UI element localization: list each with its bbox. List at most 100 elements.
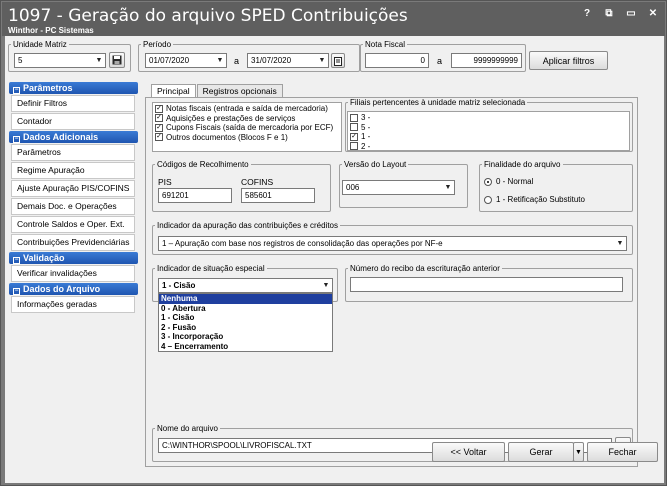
sidebar-item-controle-saldos[interactable]: Controle Saldos e Oper. Ext. [11, 216, 135, 233]
unidade-select[interactable]: 5 ▼ [14, 53, 106, 68]
radio-label: 1 - Retificação Substituto [496, 195, 585, 204]
sidebar-section-dados-adicionais[interactable]: − Dados Adicionais [9, 131, 138, 143]
gerar-button[interactable]: Gerar [508, 442, 574, 462]
apply-filters-button[interactable]: Aplicar filtros [529, 51, 608, 70]
finalidade-group: Finalidade do arquivo [479, 160, 633, 212]
radio-unselected-icon [484, 195, 492, 204]
nota-separator: a [437, 56, 443, 66]
chevron-down-icon: ▼ [444, 184, 452, 191]
back-button[interactable]: << Voltar [432, 442, 505, 462]
sidebar-item-parametros[interactable]: Parâmetros [11, 144, 135, 161]
situacao-select[interactable]: 1 - Cisão ▼ [158, 278, 333, 293]
unidade-label: Unidade Matriz [13, 40, 67, 49]
finalidade-retificacao-radio[interactable]: 1 - Retificação Substituto [484, 195, 585, 204]
sidebar-item-demais-doc[interactable]: Demais Doc. e Operações [11, 198, 135, 215]
tab-principal[interactable]: Principal [151, 84, 196, 98]
chevron-down-icon: ▼ [95, 57, 103, 64]
sidebar-item-verificar-invalidacoes[interactable]: Verificar invalidações [11, 265, 135, 282]
filiais-label: Filiais pertencentes à unidade matriz se… [350, 98, 526, 107]
sidebar-item-contador[interactable]: Contador [11, 113, 135, 130]
periodo-label: Período [143, 40, 172, 49]
cofins-input[interactable]: 585601 [241, 188, 315, 203]
situacao-option-fusao[interactable]: 2 - Fusão [159, 323, 332, 333]
doc-check-aquisicoes[interactable]: ✓ Aquisições e prestações de serviços [155, 114, 339, 124]
minimize-button[interactable]: ▭ [625, 8, 637, 19]
title-bar: 1097 - Geração do arquivo SPED Contribui… [2, 2, 665, 36]
section-title: Validação [23, 253, 65, 263]
tab-panel-principal: ✓ Notas fiscais (entrada e saída de merca… [145, 97, 638, 467]
nota-from-input[interactable]: 0 [365, 53, 429, 68]
radio-label: 0 - Normal [496, 177, 534, 186]
checkbox-unchecked-icon [350, 123, 358, 132]
checkbox-checked-icon: ✓ [155, 123, 163, 132]
close-form-button[interactable]: Fechar [587, 442, 658, 462]
situacao-dropdown-list: Nenhuma 0 - Abertura 1 - Cisão 2 - Fusão… [158, 293, 333, 352]
tab-registros-opcionais[interactable]: Registros opcionais [196, 84, 283, 97]
checkbox-unchecked-icon [350, 113, 358, 122]
indicador-apuracao-value: 1 – Apuração com base nos registros de c… [162, 239, 443, 248]
recibo-input[interactable] [350, 277, 623, 292]
window-title: 1097 - Geração do arquivo SPED Contribui… [8, 6, 408, 26]
window-subtitle: Winthor - PC Sistemas [8, 26, 94, 35]
sidebar-item-contribuicoes-prev[interactable]: Contribuições Previdenciárias [11, 234, 135, 251]
help-button[interactable]: ? [581, 8, 593, 19]
date-from-value: 01/07/2020 [149, 56, 190, 65]
filiais-list: 3 - 5 - ✓ 1 - 2 - [347, 111, 630, 151]
finalidade-normal-radio[interactable]: 0 - Normal [484, 177, 533, 186]
layout-select[interactable]: 006 ▼ [342, 180, 455, 195]
checkbox-unchecked-icon [350, 142, 358, 151]
back-label: << Voltar [450, 447, 487, 457]
situacao-option-abertura[interactable]: 0 - Abertura [159, 304, 332, 314]
sidebar-item-ajuste-apuracao[interactable]: Ajuste Apuração PIS/COFINS [11, 180, 135, 197]
sidebar-item-definir-filtros[interactable]: Definir Filtros [11, 95, 135, 112]
indicador-apuracao-select[interactable]: 1 – Apuração com base nos registros de c… [158, 236, 627, 251]
situacao-option-nenhuma[interactable]: Nenhuma [159, 294, 332, 304]
sidebar-item-informacoes-geradas[interactable]: Informações geradas [11, 296, 135, 313]
layout-value: 006 [346, 183, 360, 192]
gerar-label: Gerar [529, 447, 553, 457]
tab-bar: Principal Registros opcionais [151, 84, 284, 98]
sidebar-section-parametros[interactable]: − Parâmetros [9, 82, 138, 94]
filial-check-2[interactable]: 2 - [350, 142, 627, 152]
situacao-option-encerramento[interactable]: 4 – Encerramento [159, 342, 332, 352]
finalidade-label: Finalidade do arquivo [484, 160, 561, 169]
gerar-dropdown-button[interactable]: ▼ [573, 442, 584, 462]
situacao-option-incorporacao[interactable]: 3 - Incorporação [159, 332, 332, 342]
filial-check-3[interactable]: 3 - [350, 113, 627, 123]
filial-check-1[interactable]: ✓ 1 - [350, 132, 627, 142]
close-button[interactable]: ✕ [647, 8, 659, 19]
sidebar-item-regime-apuracao[interactable]: Regime Apuração [11, 162, 135, 179]
codigos-label: Códigos de Recolhimento [157, 160, 249, 169]
filial-label: 5 - [361, 122, 371, 132]
client-area: Unidade Matriz 5 ▼ Período 01/07/2020 ▼ … [5, 36, 664, 483]
doc-check-notas[interactable]: ✓ Notas fiscais (entrada e saída de merca… [155, 104, 339, 114]
collapse-icon: − [13, 288, 20, 295]
chevron-down-icon: ▼ [216, 57, 224, 64]
situacao-option-cisao[interactable]: 1 - Cisão [159, 313, 332, 323]
sidebar-section-validacao[interactable]: − Validação [9, 252, 138, 264]
situacao-value: 1 - Cisão [162, 281, 196, 290]
filial-label: 2 - [361, 141, 371, 151]
date-from-field[interactable]: 01/07/2020 ▼ [145, 53, 227, 68]
documents-checklist: ✓ Notas fiscais (entrada e saída de merca… [152, 102, 342, 152]
collapse-icon: − [13, 87, 20, 94]
sidebar-section-dados-arquivo[interactable]: − Dados do Arquivo [9, 283, 138, 295]
unidade-value: 5 [18, 56, 23, 65]
nota-fiscal-label: Nota Fiscal [365, 40, 406, 49]
save-icon[interactable] [109, 52, 125, 68]
pis-input[interactable]: 691201 [158, 188, 232, 203]
doc-check-outros[interactable]: ✓ Outros documentos (Blocos F e 1) [155, 133, 339, 143]
restore-button[interactable]: ⧉ [603, 8, 615, 19]
chevron-down-icon: ▼ [318, 57, 326, 64]
doc-label: Aquisições e prestações de serviços [166, 113, 296, 123]
arquivo-label: Nome do arquivo [157, 424, 218, 433]
doc-check-cupons[interactable]: ✓ Cupons Fiscais (saída de mercadoria por… [155, 123, 339, 133]
nota-to-input[interactable]: 9999999999 [451, 53, 522, 68]
date-to-field[interactable]: 31/07/2020 ▼ [247, 53, 329, 68]
calendar-icon[interactable] [331, 53, 345, 68]
filial-check-5[interactable]: 5 - [350, 123, 627, 133]
section-title: Dados Adicionais [23, 132, 99, 142]
checkbox-checked-icon: ✓ [350, 132, 358, 141]
situacao-label: Indicador de situação especial [157, 264, 265, 273]
doc-label: Cupons Fiscais (saída de mercadoria por … [166, 123, 334, 133]
